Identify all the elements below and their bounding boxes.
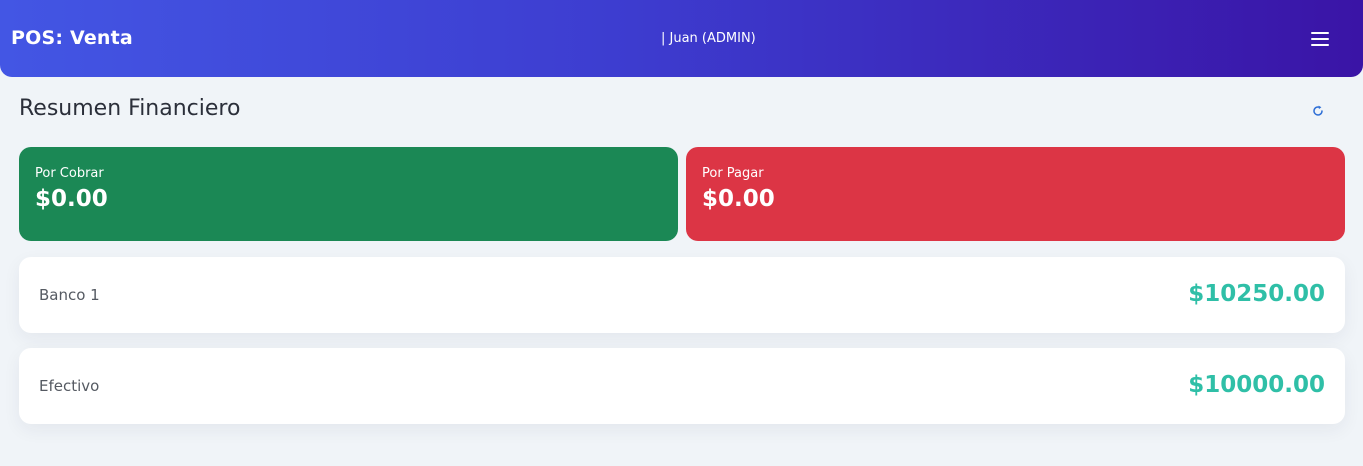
account-balance: $10250.00: [1188, 281, 1325, 307]
app-title: POS: Venta: [11, 27, 133, 49]
account-name: Banco 1: [39, 286, 100, 304]
receivable-amount: $0.00: [35, 186, 108, 212]
hamburger-menu-icon: [1311, 32, 1329, 46]
refresh-button[interactable]: [1306, 99, 1330, 123]
menu-button[interactable]: [1304, 23, 1336, 55]
account-balance: $10000.00: [1188, 372, 1325, 398]
receivable-card: Por Cobrar $0.00: [19, 147, 678, 241]
payable-label: Por Pagar: [702, 166, 764, 181]
receivable-label: Por Cobrar: [35, 166, 104, 181]
account-card-efectivo[interactable]: Efectivo $10000.00: [19, 348, 1345, 424]
account-name: Efectivo: [39, 377, 100, 395]
payable-card: Por Pagar $0.00: [686, 147, 1345, 241]
section-title: Resumen Financiero: [19, 96, 241, 121]
account-card-banco-1[interactable]: Banco 1 $10250.00: [19, 257, 1345, 333]
payable-amount: $0.00: [702, 186, 775, 212]
current-user-label: | Juan (ADMIN): [661, 31, 756, 46]
refresh-icon: [1313, 105, 1323, 116]
top-navbar: POS: Venta | Juan (ADMIN): [0, 0, 1363, 77]
